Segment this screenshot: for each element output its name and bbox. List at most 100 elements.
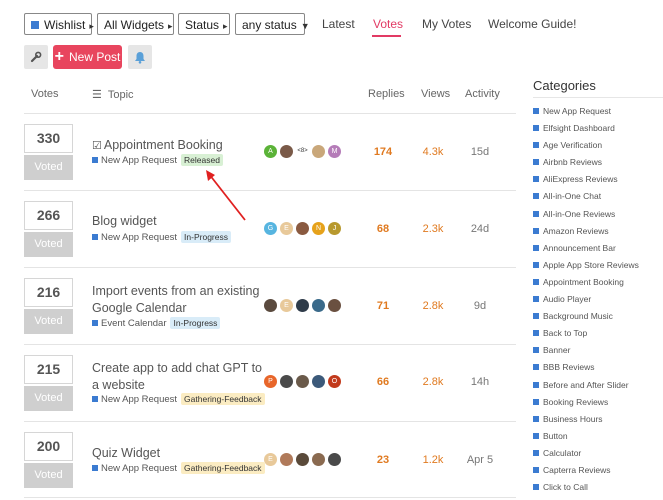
avatar[interactable] — [296, 453, 309, 466]
avatar[interactable]: N — [312, 222, 325, 235]
avatar[interactable] — [328, 299, 341, 312]
avatar[interactable] — [312, 453, 325, 466]
avatar[interactable] — [296, 222, 309, 235]
status-badge[interactable]: In-Progress — [170, 317, 221, 329]
topic-title-link[interactable]: Import events from an existing Google Ca… — [92, 283, 262, 317]
views-header[interactable]: Views — [421, 88, 450, 100]
avatar[interactable] — [280, 145, 293, 158]
avatar[interactable] — [312, 299, 325, 312]
topic-category[interactable]: New App Request Gathering-Feedback — [92, 393, 265, 405]
category-item[interactable]: Banner — [533, 345, 639, 362]
category-item[interactable]: Back to Top — [533, 328, 639, 345]
avatar[interactable]: E — [280, 222, 293, 235]
topic-category-label: New App Request — [101, 232, 178, 243]
avatar[interactable]: E — [280, 299, 293, 312]
topic-title-link[interactable]: Quiz Widget — [92, 445, 160, 462]
notifications-button[interactable] — [128, 45, 152, 69]
category-item[interactable]: Background Music — [533, 311, 639, 328]
avatar[interactable] — [280, 453, 293, 466]
topic-category[interactable]: New App Request In-Progress — [92, 231, 231, 243]
category-item[interactable]: Capterra Reviews — [533, 465, 639, 482]
voted-button[interactable]: Voted — [24, 309, 73, 334]
avatar[interactable] — [296, 299, 309, 312]
tab-welcome-guide[interactable]: Welcome Guide! — [488, 17, 576, 31]
avatar[interactable]: M — [328, 145, 341, 158]
topic-category[interactable]: Event Calendar In-Progress — [92, 317, 221, 329]
chevron-right-icon: ▸ — [168, 21, 173, 31]
category-item[interactable]: Airbnb Reviews — [533, 157, 639, 174]
category-item[interactable]: All-in-One Chat — [533, 191, 639, 208]
avatar[interactable] — [312, 145, 325, 158]
plus-icon: + — [54, 48, 64, 65]
avatar[interactable] — [296, 375, 309, 388]
category-square-icon — [533, 261, 539, 268]
category-item[interactable]: BBB Reviews — [533, 362, 639, 379]
annotation-arrow-icon — [206, 170, 246, 221]
category-item[interactable]: Age Verification — [533, 140, 639, 157]
avatar[interactable]: J — [328, 222, 341, 235]
category-list: New App Request Elfsight Dashboard Age V… — [533, 106, 639, 499]
category-item[interactable]: All-in-One Reviews — [533, 209, 639, 226]
topic-title-link[interactable]: Create app to add chat GPT to a website — [92, 360, 264, 394]
category-item[interactable]: Business Hours — [533, 414, 639, 431]
category-item[interactable]: AliExpress Reviews — [533, 174, 639, 191]
tab-latest[interactable]: Latest — [322, 17, 355, 31]
avatar[interactable]: G — [264, 222, 277, 235]
topic-header[interactable]: ☰ Topic — [92, 88, 134, 101]
avatar[interactable]: <8> — [296, 145, 309, 158]
any-status-dropdown[interactable]: any status ▼ — [235, 13, 310, 35]
avatar[interactable] — [280, 375, 293, 388]
status-filter[interactable]: Status ▸ — [178, 13, 230, 35]
replies-header[interactable]: Replies — [368, 88, 405, 100]
category-item[interactable]: Calculator — [533, 448, 639, 465]
activity-time[interactable]: 24d — [460, 223, 500, 235]
tab-my-votes[interactable]: My Votes — [422, 17, 471, 31]
vote-count: 215 — [24, 355, 73, 384]
category-item[interactable]: Elfsight Dashboard — [533, 123, 639, 140]
status-badge[interactable]: In-Progress — [181, 231, 231, 243]
avatar[interactable]: E — [264, 453, 277, 466]
all-widgets-filter[interactable]: All Widgets ▸ — [97, 13, 174, 35]
replies-count: 23 — [376, 454, 390, 466]
category-item[interactable]: Announcement Bar — [533, 243, 639, 260]
category-item[interactable]: Appointment Booking — [533, 277, 639, 294]
avatar[interactable]: P — [264, 375, 277, 388]
topic-title-link[interactable]: ☑ Appointment Booking — [92, 137, 223, 155]
activity-time[interactable]: 9d — [460, 300, 500, 312]
topic-category[interactable]: New App Request Gathering-Feedback — [92, 462, 265, 474]
category-item[interactable]: Amazon Reviews — [533, 226, 639, 243]
category-square-icon — [533, 176, 539, 183]
category-item[interactable]: Button — [533, 431, 639, 448]
category-item[interactable]: Click to Call — [533, 482, 639, 499]
voted-button[interactable]: Voted — [24, 463, 73, 488]
status-badge[interactable]: Gathering-Feedback — [181, 462, 265, 474]
activity-header[interactable]: Activity — [465, 88, 500, 100]
voted-button[interactable]: Voted — [24, 232, 73, 257]
topic-title-link[interactable]: Blog widget — [92, 213, 157, 230]
avatar[interactable]: A — [264, 145, 277, 158]
category-item[interactable]: Booking Reviews — [533, 397, 639, 414]
category-item-label: Amazon Reviews — [543, 225, 609, 236]
category-item[interactable]: New App Request — [533, 106, 639, 123]
tab-votes[interactable]: Votes — [373, 17, 403, 31]
voted-button[interactable]: Voted — [24, 386, 73, 411]
voted-button[interactable]: Voted — [24, 155, 73, 180]
category-square-icon — [533, 415, 539, 422]
activity-time[interactable]: 15d — [460, 146, 500, 158]
category-square-icon — [92, 465, 98, 471]
avatar[interactable]: O — [328, 375, 341, 388]
wishlist-filter[interactable]: Wishlist ▸ — [24, 13, 94, 35]
status-badge[interactable]: Gathering-Feedback — [181, 393, 265, 405]
admin-wrench-button[interactable] — [24, 45, 48, 69]
category-square-icon — [92, 234, 98, 240]
avatar[interactable] — [312, 375, 325, 388]
avatar[interactable] — [328, 453, 341, 466]
category-item[interactable]: Apple App Store Reviews — [533, 260, 639, 277]
category-item[interactable]: Audio Player — [533, 294, 639, 311]
activity-time[interactable]: Apr 5 — [460, 454, 500, 466]
new-post-button[interactable]: + New Post — [53, 45, 122, 69]
activity-time[interactable]: 14h — [460, 376, 500, 388]
category-item[interactable]: Before and After Slider — [533, 380, 639, 397]
avatar[interactable] — [264, 299, 277, 312]
category-item-label: Click to Call — [543, 482, 588, 493]
